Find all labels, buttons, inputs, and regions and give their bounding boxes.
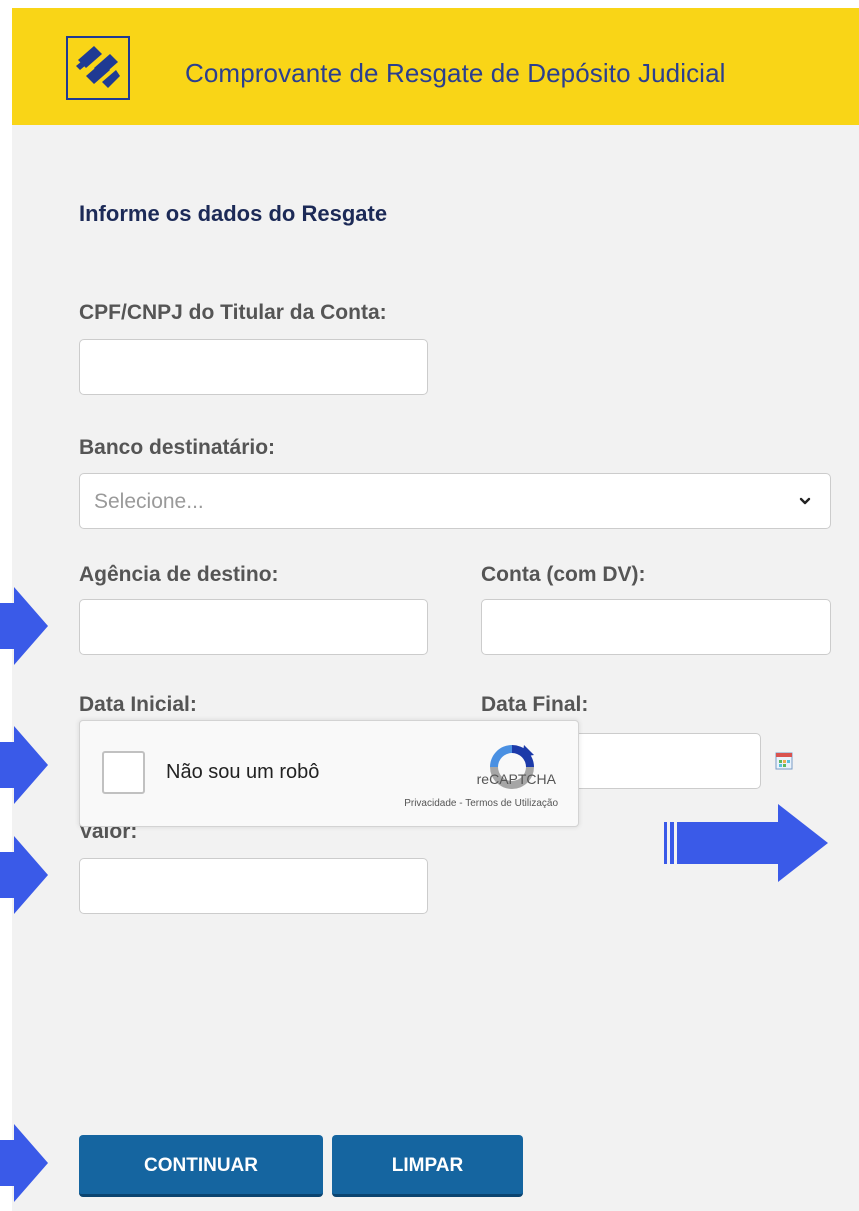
recaptcha-links-separator: - (456, 798, 466, 809)
clear-button[interactable]: LIMPAR (332, 1135, 523, 1197)
conta-input[interactable] (481, 599, 831, 655)
recaptcha-privacy-link[interactable]: Privacidade (404, 798, 456, 809)
data-inicial-label: Data Inicial: (79, 693, 197, 716)
recaptcha-checkbox[interactable] (102, 751, 145, 794)
recaptcha-widget: Não sou um robô reCAPTCHA Privacidade - … (79, 720, 579, 827)
valor-input[interactable] (79, 858, 428, 914)
banco-select[interactable]: Selecione... (79, 473, 831, 529)
section-title: Informe os dados do Resgate (79, 201, 388, 226)
arrow-right-icon (664, 804, 828, 882)
recaptcha-links: Privacidade - Termos de Utilização (404, 798, 558, 809)
arrow-right-icon (0, 836, 48, 914)
continue-button[interactable]: CONTINUAR (79, 1135, 323, 1197)
page-header: Comprovante de Resgate de Depósito Judic… (12, 8, 859, 125)
cpf-cnpj-input[interactable] (79, 339, 428, 395)
banco-label: Banco destinatário: (79, 436, 276, 459)
data-final-label: Data Final: (481, 693, 589, 716)
agencia-input[interactable] (79, 599, 428, 655)
page-title: Comprovante de Resgate de Depósito Judic… (185, 58, 726, 88)
recaptcha-brand: reCAPTCHA (476, 771, 556, 787)
banco-select-placeholder: Selecione... (94, 490, 204, 513)
cpf-cnpj-label: CPF/CNPJ do Titular da Conta: (79, 301, 387, 324)
calendar-icon[interactable] (775, 752, 793, 770)
conta-label: Conta (com DV): (481, 563, 646, 586)
agencia-label: Agência de destino: (79, 563, 279, 586)
recaptcha-terms-link[interactable]: Termos de Utilização (465, 798, 558, 809)
bank-logo-icon (66, 36, 130, 100)
recaptcha-label: Não sou um robô (166, 761, 320, 783)
arrow-right-icon (0, 726, 48, 804)
arrow-right-icon (0, 587, 48, 665)
arrow-right-icon (0, 1124, 48, 1202)
chevron-down-icon (799, 497, 811, 505)
